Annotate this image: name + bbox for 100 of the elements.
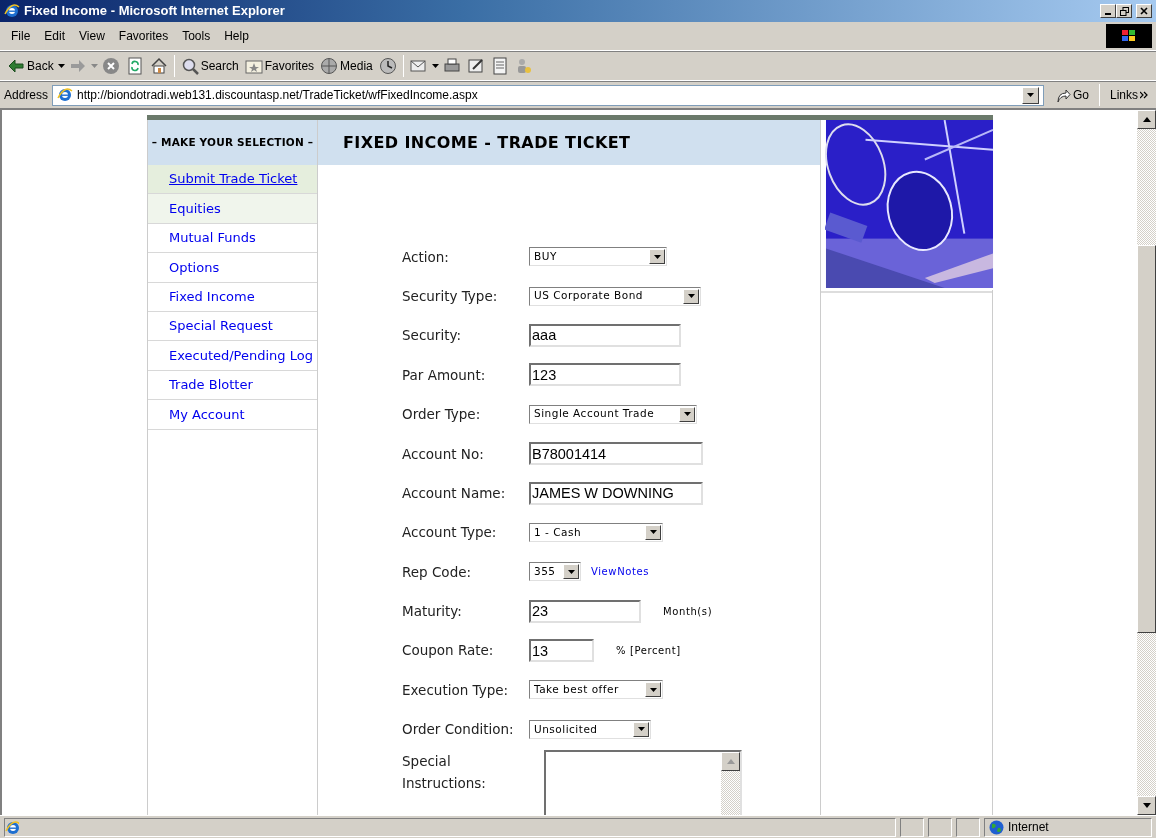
close-button[interactable] (1136, 4, 1152, 18)
caret-icon (649, 530, 657, 535)
down-arrow-icon (1142, 803, 1151, 808)
restore-icon (1119, 6, 1129, 16)
chevron-icon (1140, 91, 1148, 99)
select-field[interactable]: Take best offer (529, 680, 663, 700)
toolbar-button[interactable]: Back (4, 57, 57, 75)
sidebar-link[interactable]: Fixed Income (148, 282, 317, 312)
toolbar-button[interactable]: Media (317, 57, 376, 75)
caret-icon (637, 727, 645, 732)
dropdown-icon[interactable] (430, 62, 440, 70)
globe-icon (989, 819, 1004, 835)
status-cell (900, 817, 924, 837)
scroll-up-button[interactable] (721, 752, 740, 772)
input-field[interactable]: 13 (529, 639, 594, 663)
select-field[interactable]: 355 (529, 562, 581, 582)
input-field[interactable]: 23 (529, 599, 641, 623)
sidebar-link[interactable]: Equities (148, 194, 317, 224)
window-title: Fixed Income - Microsoft Internet Explorer (24, 2, 286, 21)
dropdown-icon[interactable] (56, 62, 66, 70)
sidebar-link[interactable]: Options (148, 253, 317, 283)
page-title: FIXED INCOME - TRADE TICKET (318, 120, 820, 165)
sidebar-header: – MAKE YOUR SELECTION – (148, 120, 317, 165)
input-field[interactable]: JAMES W DOWNING (529, 481, 703, 505)
field-label: Action: (402, 247, 450, 267)
scroll-thumb[interactable] (1137, 245, 1156, 633)
status-cell (928, 817, 952, 837)
up-arrow-icon (1142, 117, 1151, 122)
flag-icon (1121, 29, 1137, 43)
menu-item[interactable]: View (72, 27, 112, 45)
unit-label: Month(s) (663, 604, 713, 619)
globe-icon (320, 57, 339, 75)
caret-icon (1025, 91, 1035, 99)
page-icon (5, 820, 19, 834)
zone-label: Internet (1008, 819, 1049, 836)
browser-icon (57, 87, 74, 103)
minimize-button[interactable] (1100, 4, 1116, 18)
select-field[interactable]: Unsolicited (529, 719, 651, 739)
scrollbar[interactable] (1137, 110, 1156, 815)
toolbar-button[interactable]: Favorites (241, 57, 318, 75)
field-label: Par Amount: (402, 365, 487, 385)
dropdown-button[interactable] (1021, 86, 1039, 104)
input-field[interactable]: aaa (529, 323, 681, 347)
select-field[interactable]: BUY (529, 247, 667, 267)
field-label: Security: (402, 326, 462, 346)
back-arrow-icon (7, 57, 25, 75)
restore-button[interactable] (1116, 4, 1132, 18)
caret-icon (649, 688, 657, 692)
input-field[interactable]: 123 (529, 363, 681, 387)
sidebar-link[interactable]: Mutual Funds (148, 223, 317, 254)
caret-icon (687, 294, 695, 299)
select-field[interactable]: Single Account Trade (529, 404, 697, 424)
address-field[interactable]: http://biondotradi.web131.discountasp.net/TradeTicket/wfFixedIncome.aspx (52, 84, 1044, 106)
menu-item[interactable]: Help (217, 27, 256, 45)
sidebar-link[interactable]: Special Request (148, 311, 317, 342)
caret-icon (567, 569, 575, 574)
sidebar-link[interactable]: Trade Blotter (148, 370, 317, 401)
field-label: Order Type: (402, 405, 482, 425)
field-label: Execution Type: (402, 680, 510, 700)
close-icon (1140, 7, 1148, 15)
address-label: Address (4, 87, 49, 104)
field-label: Special Instructions: (402, 752, 487, 794)
search-icon (180, 57, 199, 75)
status-cell (956, 817, 980, 837)
links-button[interactable]: Links (1107, 86, 1156, 104)
field-label: Account Name: (402, 483, 507, 503)
sidebar-link[interactable]: Executed/Pending Log (148, 341, 317, 371)
stop-icon (101, 57, 120, 75)
menu-item[interactable]: Favorites (111, 27, 176, 45)
sidebar-link[interactable]: My Account (148, 400, 317, 430)
text-area[interactable] (544, 750, 742, 815)
field-label: Maturity: (402, 602, 463, 622)
scroll-down-button[interactable] (1137, 796, 1156, 815)
menu-item[interactable]: Tools (175, 27, 218, 45)
up-arrow-icon (726, 759, 735, 765)
forward-arrow-icon (68, 57, 87, 75)
toolbar-button[interactable]: Search (177, 57, 242, 75)
menu-item[interactable]: File (4, 27, 38, 45)
browser-icon (4, 3, 20, 19)
field-label: Coupon Rate: (402, 641, 495, 661)
unit-label: % [Percent] (616, 644, 681, 659)
caret-icon (683, 412, 691, 417)
mail-icon (409, 57, 428, 75)
field-label: Rep Code: (402, 562, 473, 582)
field-label: Account Type: (402, 523, 498, 543)
select-field[interactable]: 1 - Cash (529, 522, 663, 542)
input-field[interactable]: B78001414 (529, 442, 703, 466)
home-icon (149, 57, 168, 75)
scroll-up-button[interactable] (1137, 110, 1156, 129)
edit-icon (466, 57, 485, 75)
history-icon (378, 57, 397, 75)
go-button[interactable]: Go (1051, 86, 1092, 104)
select-field[interactable]: US Corporate Bond (529, 286, 701, 306)
view-notes-link[interactable]: ViewNotes (591, 564, 649, 580)
sidebar-link[interactable]: Submit Trade Ticket (148, 165, 317, 195)
caret-icon (653, 254, 661, 259)
arrow-icon (1054, 87, 1071, 103)
menu-item[interactable]: Edit (37, 27, 73, 45)
field-label: Order Condition: (402, 720, 515, 740)
field-label: Account No: (402, 444, 485, 464)
